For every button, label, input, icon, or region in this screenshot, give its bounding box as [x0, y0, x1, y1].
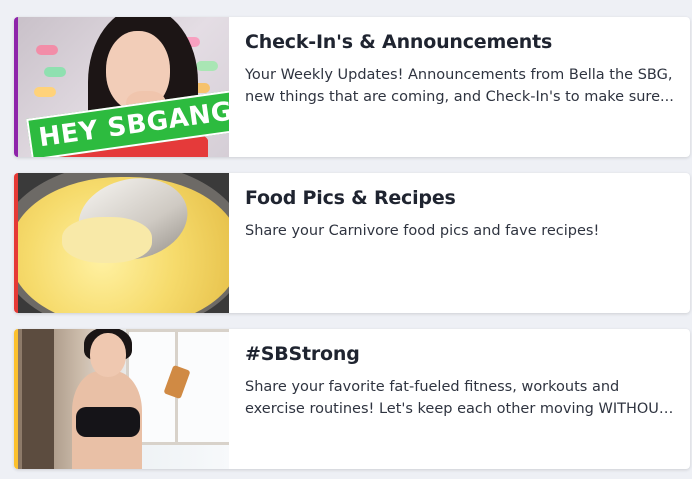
channel-thumbnail	[18, 173, 229, 313]
channel-title[interactable]: #SBStrong	[245, 343, 674, 365]
channel-thumbnail: HEY SBGANG!	[18, 17, 229, 157]
channel-title[interactable]: Check-In's & Announcements	[245, 31, 674, 53]
channel-description: Share your Carnivore food pics and fave …	[245, 223, 600, 239]
channel-description: Share your favorite fat-fueled fitness, …	[245, 379, 668, 417]
channel-title[interactable]: Food Pics & Recipes	[245, 187, 674, 209]
channel-card-sbstrong[interactable]: #SBStrong Share your favorite fat-fueled…	[14, 329, 690, 469]
channel-card-announcements[interactable]: HEY SBGANG! Check-In's & Announcements Y…	[14, 17, 690, 157]
channel-description: Your Weekly Updates! Announcements from …	[245, 67, 674, 105]
channel-thumbnail	[18, 329, 229, 469]
channel-card-food[interactable]: Food Pics & Recipes Share your Carnivore…	[14, 173, 690, 313]
